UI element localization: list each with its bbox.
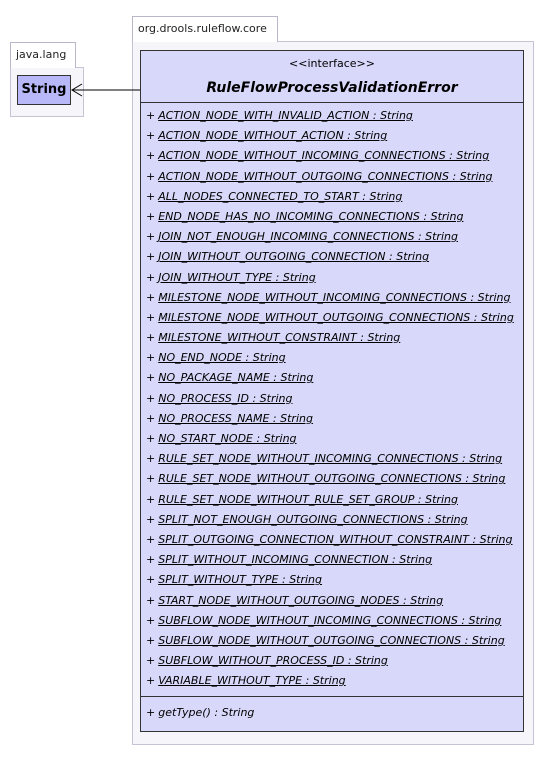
dependency-arrow (71, 83, 140, 97)
